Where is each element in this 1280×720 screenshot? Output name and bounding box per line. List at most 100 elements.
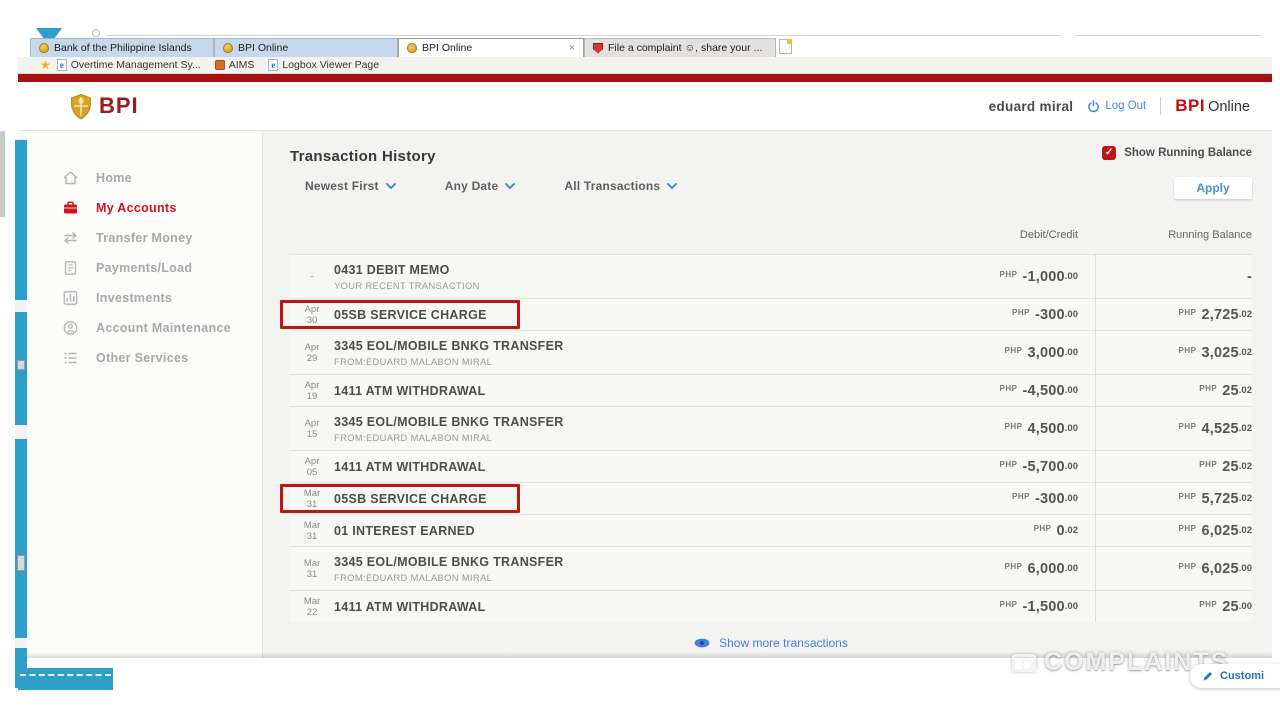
funnel-icon [36, 28, 62, 38]
transaction-row[interactable]: Apr19 1411 ATM WITHDRAWAL PHP-4,500.00 P… [290, 374, 1252, 406]
pencil-icon [1202, 670, 1214, 682]
transaction-balance: PHP25.00 [1096, 591, 1252, 622]
transaction-history-panel: Transaction History Newest First Any Dat… [263, 131, 1272, 658]
transaction-amount: PHP0.02 [928, 515, 1078, 546]
transaction-description: 3345 EOL/MOBILE BNKG TRANSFER FROM:EDUAR… [334, 407, 928, 450]
background-chip [17, 555, 25, 571]
tab-label: Bank of the Philippine Islands [54, 42, 192, 54]
tab-label: BPI Online [422, 42, 472, 54]
transaction-row[interactable]: Apr29 3345 EOL/MOBILE BNKG TRANSFER FROM… [290, 330, 1252, 374]
home-icon [62, 170, 79, 186]
bookmark-aims[interactable]: AIMS [215, 59, 255, 71]
payments-icon [62, 260, 79, 276]
bottom-strip [18, 658, 1272, 690]
sidebar-item-transfer-money[interactable]: Transfer Money [18, 223, 262, 253]
transaction-amount: PHP-300.00 [928, 299, 1078, 330]
logo-text: BPI [99, 93, 139, 119]
bpi-online-brand: BPI Online [1175, 96, 1250, 116]
transaction-row[interactable]: Mar31 3345 EOL/MOBILE BNKG TRANSFER FROM… [290, 546, 1252, 590]
briefcase-icon [62, 200, 79, 216]
bpi-emblem-icon [68, 92, 94, 120]
ie-page-icon: e [57, 59, 67, 71]
close-icon[interactable]: × [569, 42, 575, 54]
show-running-balance-toggle[interactable]: ✓ Show Running Balance [1102, 146, 1252, 160]
page-title: Transaction History [290, 148, 436, 165]
bpi-favicon-icon [407, 43, 417, 53]
customize-button[interactable]: Customi [1190, 664, 1280, 688]
transaction-amount: PHP4,500.00 [928, 407, 1078, 450]
power-icon [1087, 100, 1100, 113]
show-more-transactions-link[interactable]: Show more transactions [290, 636, 1252, 650]
browser-tab-strip: Bank of the Philippine Islands BPI Onlin… [30, 38, 792, 57]
bpi-favicon-icon [223, 43, 233, 53]
transaction-description: 3345 EOL/MOBILE BNKG TRANSFER FROM:EDUAR… [334, 547, 928, 590]
red-accent-bar [18, 74, 1272, 82]
transaction-balance: PHP25.02 [1096, 375, 1252, 406]
background-window-edge [106, 35, 1060, 36]
transaction-balance: PHP3,025.02 [1096, 331, 1252, 374]
transaction-amount: PHP3,000.00 [928, 331, 1078, 374]
background-window-edge [1076, 35, 1262, 36]
date-filter-dropdown[interactable]: Any Date [445, 179, 516, 193]
transaction-row[interactable]: Mar31 01 INTEREST EARNED PHP0.02 PHP6,02… [290, 514, 1252, 546]
page-content: Home My Accounts Transfer Money Payments… [18, 131, 1272, 658]
tab-label: BPI Online [238, 42, 288, 54]
transaction-amount: PHP6,000.00 [928, 547, 1078, 590]
transaction-row[interactable]: Apr05 1411 ATM WITHDRAWAL PHP-5,700.00 P… [290, 450, 1252, 482]
transaction-row[interactable]: Mar31 05SB SERVICE CHARGE PHP-300.00 PHP… [290, 482, 1252, 514]
table-header-row: Debit/Credit Running Balance [290, 227, 1252, 243]
sidebar-item-payments-load[interactable]: Payments/Load [18, 253, 262, 283]
transaction-date: Mar22 [290, 591, 334, 622]
transaction-date: Apr19 [290, 375, 334, 406]
transaction-amount: PHP-4,500.00 [928, 375, 1078, 406]
tab-bpi-online-active[interactable]: BPI Online × [398, 38, 584, 57]
transaction-table: Debit/Credit Running Balance - 0431 DEBI… [290, 227, 1252, 650]
star-icon[interactable]: ★ [40, 60, 51, 70]
tab-file-a-complaint[interactable]: File a complaint ☺, share your ... [584, 38, 776, 57]
sidebar-item-account-maintenance[interactable]: Account Maintenance [18, 313, 262, 343]
transaction-description: 1411 ATM WITHDRAWAL [334, 451, 928, 482]
transaction-balance: PHP2,725.02 [1096, 299, 1252, 330]
transaction-row[interactable]: Apr30 05SB SERVICE CHARGE PHP-300.00 PHP… [290, 298, 1252, 330]
background-teal-panel [15, 140, 27, 688]
transaction-description: 3345 EOL/MOBILE BNKG TRANSFER FROM:EDUAR… [334, 331, 928, 374]
dashed-selection [20, 674, 111, 676]
logout-button[interactable]: Log Out [1087, 100, 1146, 113]
transaction-row[interactable]: Mar22 1411 ATM WITHDRAWAL PHP-1,500.00 P… [290, 590, 1252, 622]
transaction-date: Apr30 [290, 299, 334, 330]
transaction-row[interactable]: - 0431 DEBIT MEMO YOUR RECENT TRANSACTIO… [290, 254, 1252, 298]
transaction-description: 05SB SERVICE CHARGE [334, 483, 928, 514]
checkbox-checked-icon[interactable]: ✓ [1102, 146, 1116, 160]
investments-icon [62, 290, 79, 306]
bookmark-logbox[interactable]: e Logbox Viewer Page [268, 59, 379, 71]
transaction-row[interactable]: Apr15 3345 EOL/MOBILE BNKG TRANSFER FROM… [290, 406, 1252, 450]
ring-icon [92, 29, 100, 37]
type-filter-dropdown[interactable]: All Transactions [564, 179, 677, 193]
sidebar-item-my-accounts[interactable]: My Accounts [18, 193, 262, 223]
apply-button[interactable]: Apply [1174, 177, 1252, 199]
transaction-balance: PHP4,525.02 [1096, 407, 1252, 450]
site-header: BPI eduard miral Log Out BPI Online [18, 82, 1272, 131]
sort-filter-dropdown[interactable]: Newest First [305, 179, 396, 193]
eye-icon [694, 638, 710, 648]
tab-bank-of-philippine-islands[interactable]: Bank of the Philippine Islands [30, 38, 214, 57]
background-chip [17, 360, 25, 370]
bpi-favicon-icon [39, 43, 49, 53]
sidebar-item-home[interactable]: Home [18, 163, 262, 193]
sidebar-nav: Home My Accounts Transfer Money Payments… [18, 131, 263, 658]
background-scrollbar [0, 131, 5, 217]
sidebar-item-investments[interactable]: Investments [18, 283, 262, 313]
transaction-balance: PHP5,725.02 [1096, 483, 1252, 514]
tab-bpi-online-1[interactable]: BPI Online [214, 38, 398, 57]
account-icon [62, 320, 79, 336]
user-name: eduard miral [989, 99, 1074, 114]
transaction-description: 05SB SERVICE CHARGE [334, 299, 928, 330]
transaction-balance: PHP25.02 [1096, 451, 1252, 482]
transaction-amount: PHP-300.00 [928, 483, 1078, 514]
sidebar-item-other-services[interactable]: Other Services [18, 343, 262, 373]
transaction-balance: PHP6,025.00 [1096, 547, 1252, 590]
transaction-date: Mar31 [290, 547, 334, 590]
bpi-logo[interactable]: BPI [68, 92, 139, 120]
new-tab-icon[interactable] [779, 39, 792, 54]
bookmark-overtime[interactable]: e Overtime Management Sy... [57, 59, 201, 71]
